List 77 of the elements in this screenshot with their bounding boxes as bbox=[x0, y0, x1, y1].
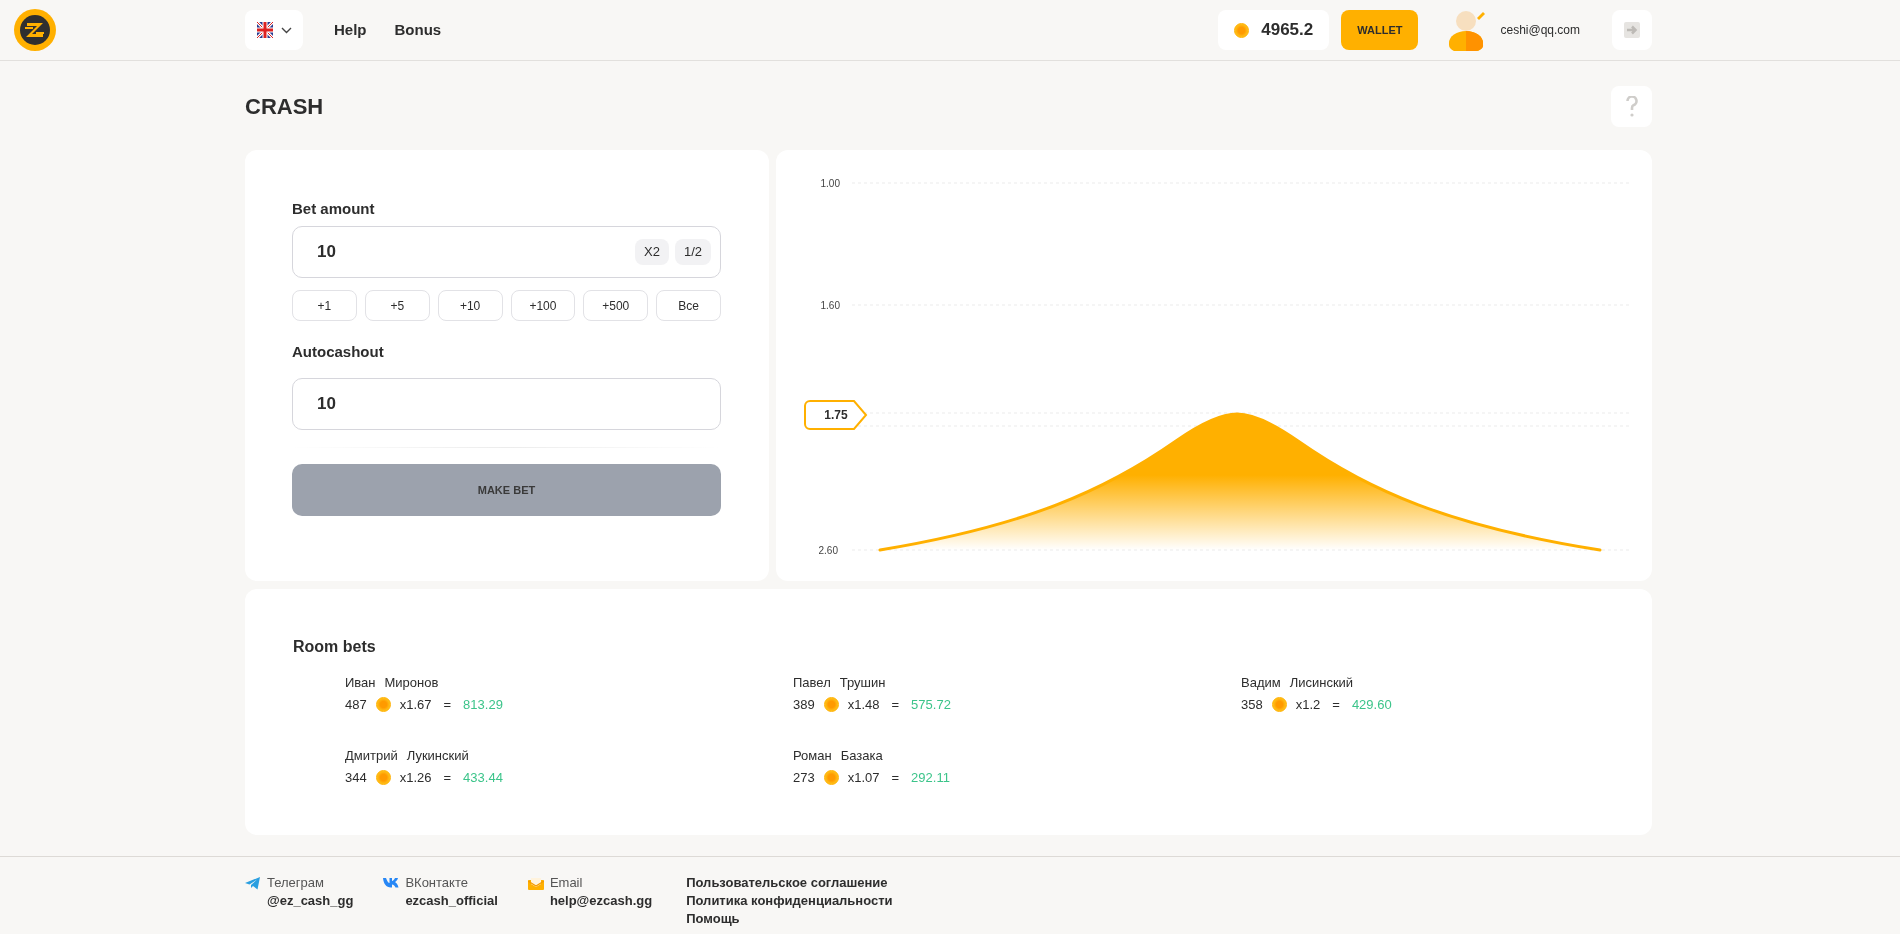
coin-icon bbox=[823, 696, 839, 712]
page-title: CRASH bbox=[245, 93, 324, 121]
multiplier-button[interactable]: X2 bbox=[635, 239, 669, 265]
nav-link[interactable]: Bonus bbox=[394, 18, 442, 42]
player-first-name: Дмитрий bbox=[345, 747, 398, 765]
contact-label: Email bbox=[549, 874, 583, 892]
envelope-icon bbox=[527, 876, 544, 890]
equals-sign: = bbox=[890, 768, 901, 787]
player-last-name: Лисинский bbox=[1289, 674, 1354, 692]
footer-link[interactable]: Помощь bbox=[686, 910, 893, 928]
bet-amount: 273 bbox=[793, 768, 815, 787]
bet-multiplier: x1.26 bbox=[399, 768, 432, 787]
bet-amount: 358 bbox=[1241, 695, 1263, 714]
contact-link[interactable]: ezcash_official bbox=[383, 892, 498, 910]
bet-multiplier: x1.67 bbox=[399, 695, 432, 714]
equals-sign: = bbox=[442, 695, 453, 714]
quick-amount-button[interactable]: +1 bbox=[292, 290, 357, 321]
quick-amount-button[interactable]: +500 bbox=[583, 290, 649, 321]
contact-link[interactable]: help@ezcash.gg bbox=[527, 892, 653, 910]
logout-icon bbox=[1624, 22, 1640, 38]
equals-sign: = bbox=[1331, 695, 1341, 714]
wallet-button[interactable]: WALLET bbox=[1341, 10, 1419, 50]
logo-icon[interactable] bbox=[14, 9, 56, 51]
avatar-icon bbox=[1449, 9, 1488, 51]
player-first-name: Павел bbox=[793, 674, 831, 692]
question-icon bbox=[1625, 95, 1638, 118]
section-title: Room bets bbox=[293, 637, 377, 657]
bet-payout: 292.11 bbox=[911, 768, 950, 787]
bet-amount: 487 bbox=[345, 695, 367, 714]
contact-link[interactable]: @ez_cash_gg bbox=[245, 892, 354, 910]
bet-multiplier: x1.48 bbox=[847, 695, 880, 714]
footer-link[interactable]: Политика конфиденциальности bbox=[686, 892, 893, 910]
footer-link[interactable]: Пользовательское соглашение bbox=[686, 874, 893, 892]
player-first-name: Иван bbox=[345, 674, 376, 692]
multiplier-button[interactable]: 1/2 bbox=[674, 239, 711, 265]
language-selector[interactable] bbox=[245, 10, 303, 50]
bet-payout: 429.60 bbox=[1351, 695, 1392, 714]
coin-icon bbox=[1234, 22, 1250, 38]
bet-amount: 389 bbox=[793, 695, 815, 714]
flag-icon bbox=[256, 22, 273, 38]
telegram-icon bbox=[245, 876, 261, 890]
quick-amount-button[interactable]: +100 bbox=[510, 290, 576, 321]
bet-payout: 433.44 bbox=[463, 768, 503, 787]
quick-amount-button[interactable]: +10 bbox=[437, 290, 503, 321]
axis-label: 2.60 bbox=[818, 545, 838, 556]
balance-amount: 4965.2 bbox=[1261, 19, 1314, 42]
multiplier-tag: 1.75 bbox=[804, 400, 867, 430]
equals-sign: = bbox=[890, 695, 901, 714]
coin-icon bbox=[1271, 696, 1287, 712]
bet-multiplier: x1.2 bbox=[1295, 695, 1321, 714]
player-last-name: Базака bbox=[840, 747, 883, 765]
player-first-name: Роман bbox=[793, 747, 832, 765]
bet-multiplier: x1.07 bbox=[847, 768, 880, 787]
player-last-name: Миронов bbox=[384, 674, 439, 692]
nav-link[interactable]: Help bbox=[334, 18, 367, 42]
user-email[interactable]: ceshi@qq.com bbox=[1500, 21, 1580, 39]
bet-payout: 575.72 bbox=[911, 695, 951, 714]
contact-label: ВКонтакте bbox=[405, 874, 468, 892]
coin-icon bbox=[375, 769, 391, 785]
equals-sign: = bbox=[442, 768, 453, 787]
axis-label: 1.60 bbox=[820, 300, 840, 311]
player-last-name: Трушин bbox=[839, 674, 886, 692]
field-label: Bet amount bbox=[292, 199, 376, 219]
coin-icon bbox=[823, 769, 839, 785]
bet-payout: 813.29 bbox=[463, 695, 503, 714]
vk-icon bbox=[383, 878, 400, 888]
player-last-name: Лукинский bbox=[406, 747, 469, 765]
coin-icon bbox=[375, 696, 391, 712]
player-first-name: Вадим bbox=[1241, 674, 1281, 692]
autocashout-field[interactable]: 10 bbox=[292, 378, 721, 430]
contact-label: Телеграм bbox=[267, 874, 324, 892]
bet-amount: 344 bbox=[345, 768, 367, 787]
quick-amount-button[interactable]: +5 bbox=[364, 290, 430, 321]
field-label: Autocashout bbox=[292, 342, 385, 362]
chevron-down-icon bbox=[280, 26, 292, 34]
quick-amount-button[interactable]: Все bbox=[656, 290, 721, 321]
axis-label: 1.00 bbox=[820, 178, 840, 189]
